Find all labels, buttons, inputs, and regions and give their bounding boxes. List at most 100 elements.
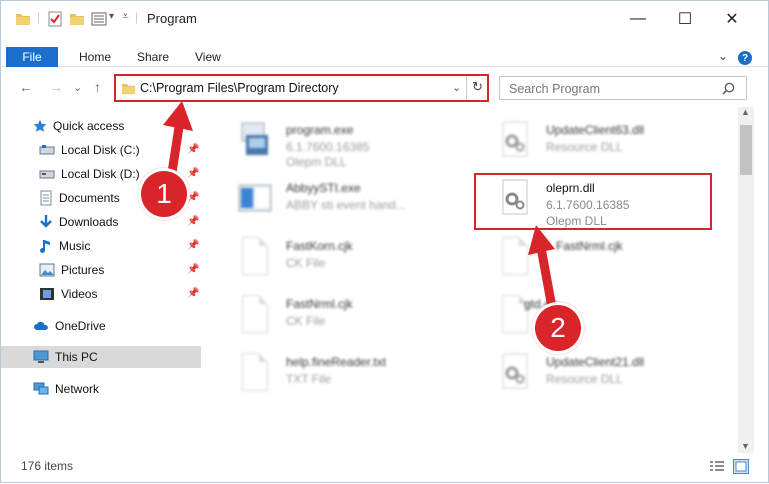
sidebar-item-music[interactable]: Music 📌 bbox=[1, 235, 201, 257]
blank-file-icon bbox=[242, 295, 268, 333]
sidebar-item-label: Videos bbox=[61, 287, 98, 301]
file-type: Resource DLL bbox=[546, 140, 623, 154]
window-title: Program bbox=[147, 11, 197, 26]
file-name: help.fineReader.txt bbox=[286, 355, 387, 369]
sidebar-item-label: Quick access bbox=[53, 119, 125, 133]
sidebar-item-label: Local Disk (C:) bbox=[61, 143, 140, 157]
folder-icon[interactable] bbox=[15, 11, 31, 27]
sidebar-item-local-disk-c[interactable]: Local Disk (C:) 📌 bbox=[1, 139, 201, 161]
file-highlight-box bbox=[474, 173, 712, 230]
vertical-scrollbar[interactable]: ▲ ▼ bbox=[738, 107, 754, 453]
txt-file-icon bbox=[242, 353, 268, 391]
close-button[interactable]: ✕ bbox=[709, 7, 755, 31]
file-explorer-window: | ▾ ⩡ | Program — ☐ ✕ File Home Share Vi… bbox=[0, 0, 769, 483]
tab-share[interactable]: Share bbox=[137, 50, 169, 64]
chevron-down-icon[interactable]: ▾ bbox=[109, 11, 114, 22]
file-name: AbbyySTI.exe bbox=[286, 181, 361, 195]
drive-icon bbox=[39, 145, 55, 155]
file-name: FastKorn.cjk bbox=[286, 239, 353, 253]
file-name: FastNrml.cjk bbox=[286, 297, 353, 311]
sidebar-item-label: Documents bbox=[59, 191, 120, 205]
address-divider bbox=[466, 76, 467, 100]
file-tile[interactable]: program.exe 6.1.7600.16385 Olepm DLL bbox=[216, 113, 466, 169]
scrollbar-thumb[interactable] bbox=[740, 125, 752, 175]
blank-file-icon bbox=[242, 237, 268, 275]
recent-locations-icon[interactable]: ⌄ bbox=[73, 81, 82, 94]
drive-icon bbox=[39, 170, 55, 179]
pin-icon: 📌 bbox=[187, 216, 200, 227]
properties-icon[interactable] bbox=[47, 11, 63, 27]
file-description: Olepm DLL bbox=[286, 155, 347, 169]
network-icon bbox=[33, 382, 49, 395]
sidebar-item-network[interactable]: Network bbox=[1, 378, 201, 400]
maximize-button[interactable]: ☐ bbox=[662, 7, 708, 31]
sidebar-item-label: Local Disk (D:) bbox=[61, 167, 140, 181]
address-path[interactable]: C:\Program Files\Program Directory bbox=[140, 81, 339, 95]
sidebar-item-pictures[interactable]: Pictures 📌 bbox=[1, 259, 201, 281]
file-tile[interactable]: AbbyySTI.exe ABBY sti event hand... bbox=[216, 171, 466, 221]
sidebar-item-label: Music bbox=[59, 239, 91, 253]
view-options-icon[interactable] bbox=[91, 11, 107, 27]
title-separator: | bbox=[37, 10, 41, 24]
sidebar-item-label: This PC bbox=[55, 350, 98, 364]
file-type: CK File bbox=[286, 256, 326, 270]
file-tile[interactable]: FastNrml.cjk bbox=[476, 229, 726, 279]
address-bar[interactable]: C:\Program Files\Program Directory ⌄ ↻ bbox=[114, 74, 489, 102]
file-tile[interactable]: FastKorn.cjk CK File bbox=[216, 229, 466, 279]
scroll-down-icon[interactable]: ▼ bbox=[741, 441, 750, 451]
file-type: Resource DLL bbox=[546, 372, 623, 386]
documents-icon bbox=[40, 190, 52, 206]
file-description: ABBY sti event hand... bbox=[286, 198, 406, 212]
file-tile[interactable]: FastNrml.cjk CK File bbox=[216, 287, 466, 337]
star-icon bbox=[33, 119, 47, 132]
sidebar-item-this-pc[interactable]: This PC bbox=[1, 346, 201, 368]
file-tile[interactable]: UpdateClient63.dll Resource DLL bbox=[476, 113, 726, 163]
new-folder-icon[interactable] bbox=[69, 11, 85, 27]
file-name: program.exe bbox=[286, 123, 354, 137]
minimize-button[interactable]: — bbox=[615, 7, 661, 31]
sidebar-item-videos[interactable]: Videos 📌 bbox=[1, 283, 201, 305]
help-icon[interactable]: ? bbox=[738, 51, 752, 65]
address-dropdown-icon[interactable]: ⌄ bbox=[452, 81, 461, 94]
sidebar-item-label: OneDrive bbox=[55, 319, 106, 333]
file-name: UpdateClient63.dll bbox=[546, 123, 645, 137]
folder-icon bbox=[121, 83, 136, 95]
search-box[interactable]: Search Program bbox=[499, 76, 747, 100]
customize-toolbar-icon[interactable]: ⩡ bbox=[122, 9, 129, 24]
sidebar-item-label: Pictures bbox=[61, 263, 105, 277]
pin-icon: 📌 bbox=[187, 192, 200, 203]
file-tile[interactable]: help.fineReader.txt TXT File bbox=[216, 345, 466, 395]
navigation-pane: Quick access Local Disk (C:) 📌 Local Dis… bbox=[1, 107, 201, 447]
download-icon bbox=[40, 215, 52, 228]
ribbon-tabs: File Home Share View ⌄ ? bbox=[1, 37, 768, 67]
music-icon bbox=[40, 240, 50, 253]
back-button[interactable]: ← bbox=[19, 79, 33, 95]
refresh-icon[interactable]: ↻ bbox=[472, 79, 483, 95]
file-name: UpdateClient21.dll bbox=[546, 355, 645, 369]
pin-icon: 📌 bbox=[187, 144, 200, 155]
search-input[interactable]: Search Program bbox=[509, 82, 600, 96]
search-icon[interactable] bbox=[722, 82, 735, 95]
tab-file[interactable]: File bbox=[6, 47, 58, 67]
sidebar-item-label: Downloads bbox=[59, 215, 119, 229]
details-view-icon[interactable] bbox=[709, 460, 725, 474]
tab-home[interactable]: Home bbox=[79, 50, 111, 64]
cloud-icon bbox=[34, 321, 48, 330]
tab-view[interactable]: View bbox=[195, 50, 221, 64]
forward-button[interactable]: → bbox=[49, 79, 63, 95]
expand-ribbon-icon[interactable]: ⌄ bbox=[718, 49, 728, 63]
title-separator: | bbox=[135, 10, 139, 24]
item-count: 176 items bbox=[21, 459, 74, 473]
file-type: CK File bbox=[286, 314, 326, 328]
sidebar-item-onedrive[interactable]: OneDrive bbox=[1, 315, 201, 337]
sidebar-item-quick-access[interactable]: Quick access bbox=[1, 115, 201, 137]
scroll-up-icon[interactable]: ▲ bbox=[741, 107, 750, 117]
large-icons-view-icon[interactable] bbox=[733, 459, 749, 474]
file-tile[interactable]: UpdateClient21.dll Resource DLL bbox=[476, 345, 726, 395]
file-tile[interactable]: gtd.dll bbox=[476, 287, 726, 337]
up-button[interactable]: ↑ bbox=[94, 79, 101, 95]
pin-icon: 📌 bbox=[187, 240, 200, 251]
pictures-icon bbox=[39, 263, 55, 277]
file-type: TXT File bbox=[286, 372, 332, 386]
step-badge-1: 1 bbox=[141, 171, 187, 217]
